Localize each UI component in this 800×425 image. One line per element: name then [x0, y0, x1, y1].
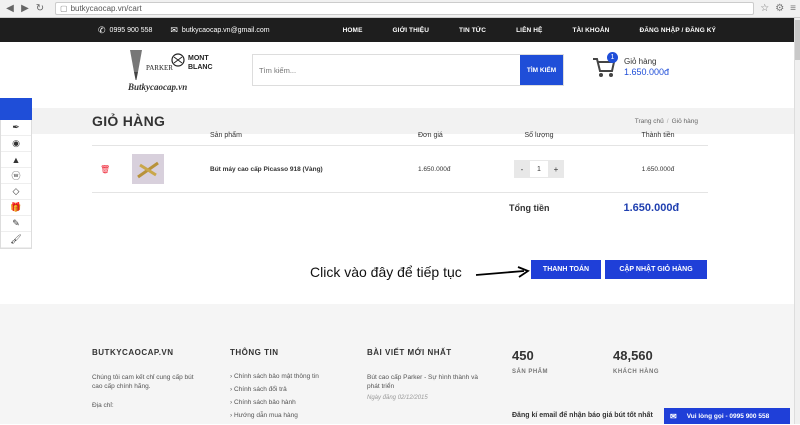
- pen-icon[interactable]: ✎: [1, 216, 31, 232]
- url-text: butkycaocap.vn/cart: [70, 4, 142, 13]
- stat-customers-number: 48,560: [613, 348, 653, 363]
- menu-login[interactable]: ĐĂNG NHẬP / ĐĂNG KÝ: [639, 27, 716, 34]
- cart-table: Sản phẩm Đơn giá Số lượng Thành tiền 🗑 B…: [92, 126, 708, 223]
- stat-customers: 48,560 KHÁCH HÀNG: [613, 348, 659, 375]
- newsletter-heading: Đăng kí email để nhận báo giá bút tốt nh…: [512, 412, 653, 419]
- stat-customers-label: KHÁCH HÀNG: [613, 369, 659, 375]
- footer-post-date: Ngày đăng 02/12/2015: [367, 395, 428, 401]
- menu-home[interactable]: HOME: [343, 27, 363, 34]
- extension-icon[interactable]: ⚙: [775, 3, 784, 14]
- cart-item-row: 🗑 Bút máy cao cấp Picasso 918 (Vàng) 1.6…: [92, 146, 708, 193]
- sidebar-header: [0, 98, 32, 120]
- breadcrumb: Trang chủ / Giỏ hàng: [634, 117, 698, 125]
- brush-icon[interactable]: 🖌: [1, 232, 31, 248]
- brand-logo-icon[interactable]: ◇: [1, 184, 31, 200]
- quantity-stepper: - 1 +: [514, 160, 564, 178]
- browser-toolbar: ◀ ▶ ↻ ▢ butkycaocap.vn/cart ☆ ⚙ ≡: [0, 0, 800, 18]
- brand-sidebar: ✒ ◉ ▲ ⓦ ◇ 🎁 ✎ 🖌: [0, 98, 32, 249]
- instruction-text: Click vào đây để tiếp tục: [310, 264, 462, 280]
- stat-products-number: 450: [512, 348, 534, 363]
- menu-icon[interactable]: ≡: [790, 3, 796, 14]
- footer-about-title: BUTKYCAOCAP.VN: [92, 348, 174, 357]
- phone-icon: ✆: [98, 24, 106, 35]
- col-total: Thành tiền: [641, 132, 675, 139]
- col-product: Sản phẩm: [210, 132, 242, 139]
- stat-products: 450 SẢN PHẨM: [512, 348, 548, 375]
- page-scrollbar[interactable]: [794, 18, 800, 424]
- search-bar: TÌM KIẾM: [252, 54, 564, 86]
- footer-address-label: Địa chỉ:: [92, 402, 114, 409]
- footer-link-privacy[interactable]: Chính sách bảo mật thông tin: [230, 373, 350, 380]
- menu-contact[interactable]: LIÊN HỆ: [516, 27, 542, 34]
- back-icon[interactable]: ◀: [4, 3, 16, 15]
- main-menu: HOME GIỚI THIỆU TIN TỨC LIÊN HỆ TÀI KHOẢ…: [313, 27, 716, 34]
- brand-emblem-icon[interactable]: ◉: [1, 136, 31, 152]
- waterman-brand-icon[interactable]: ⓦ: [1, 168, 31, 184]
- footer-post-link[interactable]: Bút cao cấp Parker - Sự hình thành và ph…: [367, 373, 492, 391]
- total-label: Tổng tiền: [509, 203, 550, 213]
- cart-table-header: Sản phẩm Đơn giá Số lượng Thành tiền: [92, 126, 708, 146]
- cart-amount: 1.650.000đ: [624, 67, 670, 77]
- footer-posts-title: BÀI VIẾT MỚI NHẤT: [367, 348, 452, 357]
- increase-qty-button[interactable]: +: [548, 160, 564, 178]
- arrow-icon: [475, 266, 530, 278]
- breadcrumb-current: Giỏ hàng: [671, 117, 698, 125]
- page-icon: ▢: [60, 4, 68, 13]
- menu-account[interactable]: TÀI KHOẢN: [572, 27, 609, 34]
- mail-icon: ✉: [670, 411, 677, 421]
- logo-parker: PARKER: [146, 64, 173, 72]
- search-button[interactable]: TÌM KIẾM: [520, 55, 563, 85]
- footer-about-text: Chúng tôi cam kết chỉ cung cấp bút cao c…: [92, 374, 194, 390]
- checkout-button[interactable]: THANH TOÁN: [531, 260, 601, 279]
- footer-info: THÔNG TIN Chính sách bảo mật thông tin C…: [230, 348, 350, 425]
- site-logo[interactable]: PARKER MONT BLANC Butkycaocap.vn: [116, 48, 220, 98]
- cart-icon[interactable]: 1: [592, 52, 618, 80]
- footer-link-returns[interactable]: Chính sách đổi trả: [230, 386, 350, 393]
- parker-brand-icon[interactable]: ✒: [1, 120, 31, 136]
- footer-link-guide[interactable]: Hướng dẫn mua hàng: [230, 412, 350, 419]
- quantity-input[interactable]: 1: [530, 160, 548, 178]
- search-input[interactable]: [253, 55, 520, 85]
- product-total: 1.650.000đ: [641, 165, 675, 173]
- cart-label: Giỏ hàng: [624, 57, 657, 66]
- logo-site: Butkycaocap.vn: [127, 82, 187, 92]
- forward-icon[interactable]: ▶: [19, 3, 31, 15]
- decrease-qty-button[interactable]: -: [514, 160, 530, 178]
- footer-link-warranty[interactable]: Chính sách bảo hành: [230, 399, 350, 406]
- stat-products-label: SẢN PHẨM: [512, 369, 549, 375]
- address-bar[interactable]: ▢ butkycaocap.vn/cart: [55, 2, 755, 15]
- menu-news[interactable]: TIN TỨC: [459, 27, 486, 34]
- product-price: 1.650.000đ: [418, 165, 451, 173]
- menu-about[interactable]: GIỚI THIỆU: [393, 27, 430, 34]
- svg-text:MONT: MONT: [188, 55, 209, 62]
- scrollbar-thumb[interactable]: [795, 20, 800, 60]
- svg-text:BLANC: BLANC: [188, 64, 213, 71]
- email-address: butkycaocap.vn@gmail.com: [181, 26, 270, 34]
- footer-info-title: THÔNG TIN: [230, 348, 279, 357]
- header-cart[interactable]: 1 Giỏ hàng 1.650.000đ: [592, 52, 670, 80]
- gift-icon[interactable]: 🎁: [1, 200, 31, 216]
- product-thumbnail[interactable]: [132, 154, 164, 184]
- update-cart-button[interactable]: CẬP NHẬT GIỎ HÀNG: [605, 260, 707, 279]
- delete-icon[interactable]: 🗑: [92, 165, 132, 174]
- total-value: 1.650.000đ: [623, 202, 680, 214]
- footer-about: BUTKYCAOCAP.VN Chúng tôi cam kết chỉ cun…: [92, 348, 202, 410]
- footer-posts: BÀI VIẾT MỚI NHẤT Bút cao cấp Parker - S…: [367, 348, 492, 401]
- breadcrumb-home[interactable]: Trang chủ: [635, 118, 664, 125]
- cart-count-badge: 1: [607, 52, 618, 63]
- cart-total-row: Tổng tiền 1.650.000đ: [92, 193, 708, 223]
- mail-icon: ✉: [170, 24, 178, 35]
- site-header: PARKER MONT BLANC Butkycaocap.vn TÌM KIẾ…: [0, 42, 800, 108]
- star-icon[interactable]: ☆: [760, 3, 769, 14]
- montblanc-brand-icon[interactable]: ▲: [1, 152, 31, 168]
- reload-icon[interactable]: ↻: [34, 3, 46, 15]
- phone-number: 0995 900 558: [109, 26, 153, 34]
- site-footer: BUTKYCAOCAP.VN Chúng tôi cam kết chỉ cun…: [0, 304, 800, 424]
- top-bar: ✆ 0995 900 558 ✉ butkycaocap.vn@gmail.co…: [0, 18, 800, 42]
- product-name[interactable]: Bút máy cao cấp Picasso 918 (Vàng): [210, 166, 418, 173]
- call-text: Vui lòng gọi - 0995 900 558: [686, 412, 770, 420]
- col-quantity: Số lượng: [524, 132, 554, 139]
- call-bar[interactable]: ✉ Vui lòng gọi - 0995 900 558: [664, 408, 790, 424]
- col-price: Đơn giá: [418, 132, 443, 139]
